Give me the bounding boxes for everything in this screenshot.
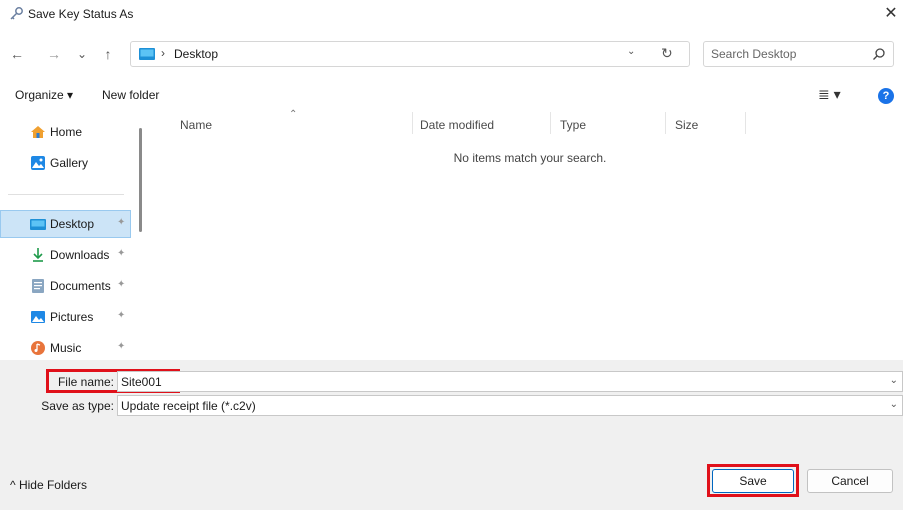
filename-value[interactable]: Site001 <box>121 375 162 389</box>
documents-icon <box>32 279 44 293</box>
empty-message: No items match your search. <box>453 151 607 165</box>
forward-icon[interactable]: → <box>44 44 64 64</box>
filename-field[interactable]: Site001 ⌄ <box>117 371 903 392</box>
organize-button[interactable]: Organize ▾ <box>15 88 73 102</box>
search-icon[interactable] <box>872 47 886 61</box>
sidebar-item-pictures[interactable]: Pictures ✦ <box>0 303 131 331</box>
column-divider[interactable] <box>412 112 413 134</box>
sidebar-scrollbar[interactable] <box>139 128 142 232</box>
column-header-size[interactable]: Size <box>675 118 698 132</box>
sidebar-item-label: Documents <box>50 279 111 293</box>
pin-icon: ✦ <box>117 248 126 259</box>
chevron-down-icon[interactable]: ⌄ <box>890 399 898 410</box>
chevron-down-icon[interactable]: ⌄ <box>890 375 898 386</box>
sidebar-item-downloads[interactable]: Downloads ✦ <box>0 241 131 269</box>
sidebar-item-label: Downloads <box>50 248 110 262</box>
column-divider[interactable] <box>550 112 551 134</box>
search-box[interactable]: Search Desktop <box>703 41 894 67</box>
home-icon <box>31 126 45 138</box>
back-icon[interactable]: ← <box>7 44 27 64</box>
pin-icon: ✦ <box>117 341 126 352</box>
title-bar: Save Key Status As ✕ <box>0 0 903 28</box>
pin-icon: ✦ <box>117 310 126 321</box>
desktop-folder-icon <box>30 219 46 230</box>
column-header-type[interactable]: Type <box>560 118 586 132</box>
pictures-icon <box>31 311 45 323</box>
column-header-date-modified[interactable]: Date modified <box>420 118 494 132</box>
breadcrumb-separator: › <box>161 46 165 60</box>
save-as-type-value[interactable]: Update receipt file (*.c2v) <box>121 399 256 413</box>
sidebar-divider <box>8 194 124 195</box>
hide-folders-button[interactable]: ^ Hide Folders <box>10 478 87 492</box>
key-icon <box>10 7 23 20</box>
sidebar-item-label: Desktop <box>50 217 95 231</box>
close-icon[interactable]: ✕ <box>880 3 902 25</box>
refresh-icon[interactable]: ↻ <box>661 45 673 62</box>
cancel-button[interactable]: Cancel <box>807 469 893 493</box>
sidebar-item-documents[interactable]: Documents ✦ <box>0 272 131 300</box>
sidebar-item-label: Home <box>50 125 83 139</box>
column-divider[interactable] <box>665 112 666 134</box>
up-icon[interactable]: ↑ <box>98 44 118 64</box>
view-options-icon[interactable]: ≣ ▾ <box>818 86 841 103</box>
column-header-name[interactable]: Name <box>180 118 212 132</box>
column-divider[interactable] <box>745 112 746 134</box>
help-icon[interactable]: ? <box>878 88 894 104</box>
chevron-down-icon[interactable]: ⌄ <box>627 46 635 57</box>
sort-ascending-icon: ⌃ <box>289 109 298 120</box>
search-input[interactable]: Search Desktop <box>711 47 796 61</box>
save-as-type-select[interactable]: Update receipt file (*.c2v) ⌄ <box>117 395 903 416</box>
filename-label: File name: <box>57 375 114 389</box>
sidebar-item-music[interactable]: Music ✦ <box>0 334 131 362</box>
sidebar-item-home[interactable]: Home <box>0 118 131 146</box>
save-as-type-label: Save as type: <box>41 399 114 413</box>
download-icon <box>33 248 43 262</box>
sidebar-item-label: Pictures <box>50 310 94 324</box>
desktop-folder-icon <box>139 48 155 60</box>
new-folder-button[interactable]: New folder <box>102 88 159 102</box>
file-list[interactable] <box>148 112 903 360</box>
recent-locations-icon[interactable]: ⌄ <box>72 44 92 64</box>
pin-icon: ✦ <box>117 217 126 228</box>
music-icon <box>31 341 45 355</box>
breadcrumb-desktop[interactable]: Desktop <box>174 47 218 61</box>
pin-icon: ✦ <box>117 279 126 290</box>
sidebar-item-label: Music <box>50 341 82 355</box>
window-title: Save Key Status As <box>28 7 134 21</box>
address-bar[interactable]: › Desktop ⌄ ↻ <box>130 41 690 67</box>
save-button[interactable]: Save <box>712 469 794 493</box>
sidebar-item-desktop[interactable]: Desktop ✦ <box>0 210 131 238</box>
